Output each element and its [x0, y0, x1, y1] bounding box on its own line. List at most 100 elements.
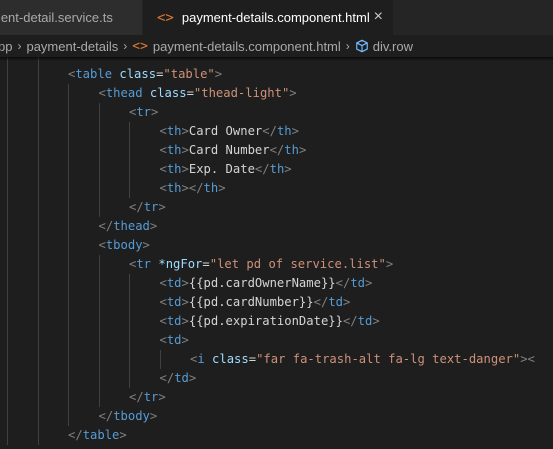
code-token: </ — [262, 124, 277, 138]
code-token: Card Number — [188, 143, 270, 157]
code-line[interactable]: <th>Exp. Date</th> — [160, 160, 292, 179]
code-line[interactable]: <table class="table"> — [68, 65, 222, 84]
code-token: > — [149, 219, 158, 233]
code-line[interactable]: </table> — [68, 426, 127, 445]
code-token: th — [166, 143, 182, 157]
code-token: td — [328, 295, 343, 309]
code-token: th — [276, 124, 292, 138]
code-token: > — [181, 143, 189, 157]
tab-payment-details-component-html[interactable]: <> payment-details.component.html × — [143, 0, 393, 35]
code-token: < — [159, 124, 167, 138]
code-line[interactable]: <td> — [160, 331, 189, 350]
code-token: th — [166, 162, 182, 176]
code-token: > — [142, 238, 150, 252]
breadcrumb-item-file[interactable]: payment-details.component.html — [153, 39, 341, 54]
indent-guide — [68, 84, 69, 426]
breadcrumb-item-payment-details[interactable]: payment-details — [26, 39, 118, 54]
code-line[interactable]: <thead class="thead-light"> — [99, 84, 297, 103]
code-brackets-icon: <> — [132, 38, 148, 54]
code-token: > — [151, 105, 159, 119]
code-token: td — [166, 314, 182, 328]
chevron-right-icon: › — [123, 39, 128, 53]
breadcrumb-item-folder-app[interactable]: pp — [0, 39, 12, 54]
code-line[interactable]: </td> — [160, 369, 197, 388]
code-line[interactable]: <i class="far fa-trash-alt fa-lg text-da… — [190, 350, 535, 369]
code-token: </ — [98, 219, 114, 233]
code-token: th — [284, 143, 299, 157]
indent-guide — [37, 57, 39, 445]
code-token: > — [181, 295, 189, 309]
code-token: </ — [313, 295, 329, 309]
breadcrumb: pp › payment-details › <> payment-detail… — [0, 35, 553, 57]
code-token: th — [269, 162, 285, 176]
code-line[interactable]: </tr> — [129, 388, 166, 407]
code-token: th — [203, 181, 219, 195]
code-token: > — [181, 276, 189, 290]
code-token: > — [298, 143, 307, 157]
code-token: > — [181, 124, 189, 138]
indent-guide — [98, 255, 100, 407]
code-token: > — [284, 162, 292, 176]
code-line[interactable]: </tr> — [129, 198, 166, 217]
code-token: > — [385, 257, 394, 271]
code-token: th — [166, 181, 182, 195]
code-token: = — [248, 352, 257, 366]
code-token: >< — [520, 352, 535, 366]
code-token: < — [98, 238, 106, 252]
code-line[interactable]: <th>Card Owner</th> — [160, 122, 299, 141]
code-token: > — [365, 276, 373, 290]
code-token: tbody — [105, 238, 143, 252]
code-line[interactable]: <tr *ngFor="let pd of service.list"> — [129, 255, 393, 274]
code-token: {{pd.cardOwnerName}} — [188, 276, 336, 290]
code-line[interactable]: <th>Card Number</th> — [160, 141, 307, 160]
code-line[interactable]: <tr> — [129, 103, 158, 122]
breadcrumb-item-div-row[interactable]: div.row — [373, 39, 413, 54]
code-token: tr — [143, 390, 159, 404]
code-token: </ — [342, 314, 358, 328]
code-token: td — [357, 314, 373, 328]
code-token: < — [159, 276, 167, 290]
code-line[interactable]: <th></th> — [160, 179, 226, 198]
code-token: td — [166, 295, 182, 309]
close-tab-icon[interactable]: × — [374, 8, 383, 26]
code-token: i — [197, 352, 205, 366]
code-token: th — [166, 124, 182, 138]
code-line[interactable]: <td>{{pd.expirationDate}}</td> — [160, 312, 380, 331]
editor-tab-bar: ment-detail.service.ts <> payment-detail… — [0, 0, 553, 35]
code-token: tr — [143, 200, 159, 214]
tab-payment-detail-service[interactable]: ment-detail.service.ts — [0, 0, 142, 35]
code-line[interactable]: <td>{{pd.cardNumber}}</td> — [160, 293, 351, 312]
code-token: </ — [269, 143, 285, 157]
code-brackets-icon: <> — [157, 9, 174, 26]
code-token: td — [350, 276, 365, 290]
code-token: > — [181, 333, 189, 347]
code-token: > — [158, 390, 166, 404]
code-token: > — [218, 181, 226, 195]
code-token: > — [181, 314, 189, 328]
code-token: < — [159, 162, 167, 176]
code-token: = — [202, 257, 210, 271]
code-editor[interactable]: <table class="table"> <thead class="thead… — [0, 57, 553, 449]
code-token: "table" — [163, 67, 215, 81]
code-token: tr — [136, 257, 152, 271]
code-token: td — [166, 333, 182, 347]
code-line[interactable]: </thead> — [99, 217, 158, 236]
code-token: > — [188, 371, 197, 385]
tab-label: ment-detail.service.ts — [0, 10, 113, 25]
code-token: {{pd.expirationDate}} — [188, 314, 343, 328]
code-token: </ — [159, 371, 175, 385]
code-token: </ — [254, 162, 270, 176]
indent-guide — [7, 57, 8, 445]
scroll-shadow — [0, 57, 553, 61]
chevron-right-icon: › — [17, 39, 22, 53]
code-token: </ — [335, 276, 351, 290]
code-token: </ — [129, 200, 144, 214]
indent-guide — [98, 103, 100, 217]
code-token: > — [372, 314, 380, 328]
code-token: < — [159, 143, 167, 157]
code-line[interactable]: <td>{{pd.cardOwnerName}}</td> — [160, 274, 373, 293]
code-line[interactable]: </tbody> — [99, 407, 158, 426]
code-line[interactable]: <tbody> — [99, 236, 150, 255]
